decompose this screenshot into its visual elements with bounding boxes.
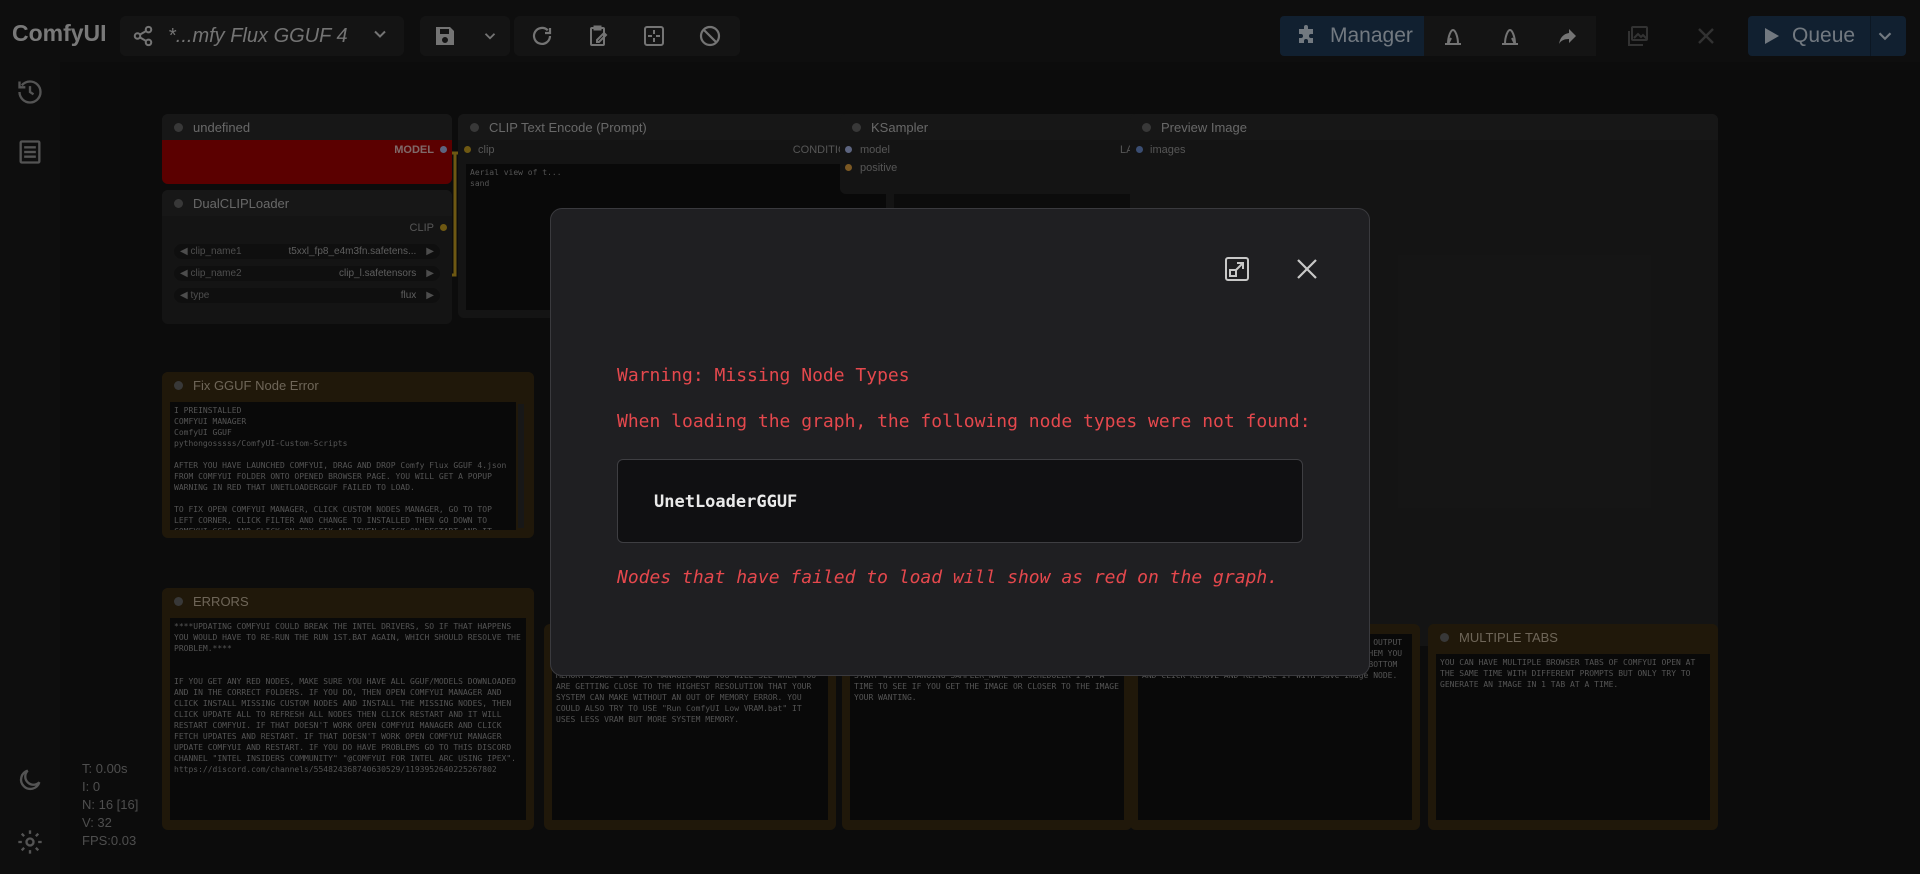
close-icon[interactable] xyxy=(1295,257,1319,281)
dialog-title: Warning: Missing Node Types xyxy=(617,365,910,386)
missing-node-item: UnetLoaderGGUF xyxy=(654,492,798,512)
dialog-footer-note: Nodes that have failed to load will show… xyxy=(617,567,1279,588)
missing-node-list: UnetLoaderGGUF xyxy=(617,459,1303,543)
maximize-icon[interactable] xyxy=(1223,255,1251,283)
dialog-description: When loading the graph, the following no… xyxy=(617,411,1311,432)
missing-nodes-dialog: Warning: Missing Node Types When loading… xyxy=(550,208,1370,676)
